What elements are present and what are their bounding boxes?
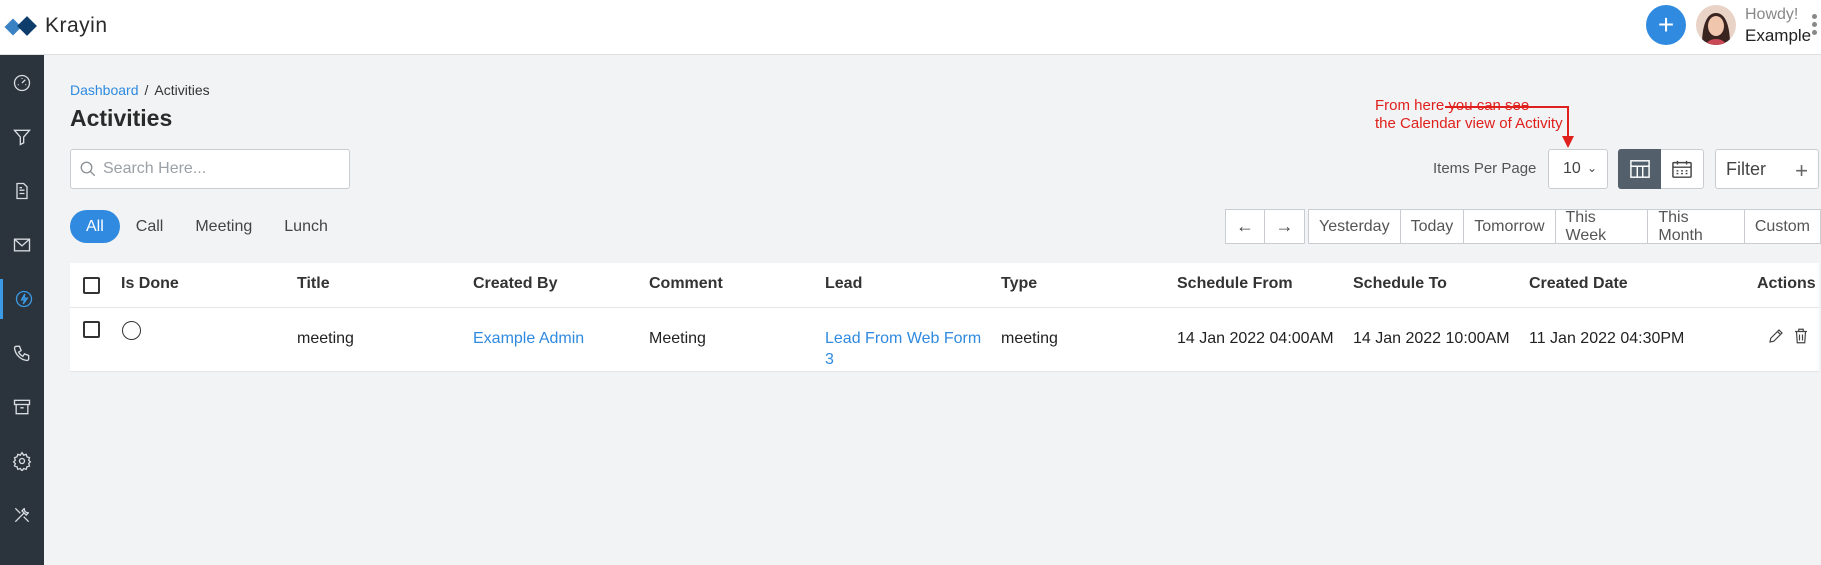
krayin-logo-icon: [4, 15, 39, 37]
chevron-down-icon: ⌄: [1586, 161, 1597, 175]
row-lead-link[interactable]: Lead From Web Form 3: [825, 328, 981, 370]
mail-icon: [13, 238, 31, 252]
row-schedule-from: 14 Jan 2022 04:00AM: [1177, 330, 1334, 347]
plus-icon: +: [1795, 158, 1808, 183]
date-nav: ← →: [1225, 209, 1305, 244]
date-filter-yesterday[interactable]: Yesterday: [1308, 209, 1401, 244]
filter-label: Filter: [1726, 158, 1766, 179]
column-header[interactable]: Schedule To: [1353, 275, 1447, 293]
tab-all[interactable]: All: [70, 210, 120, 243]
table-icon: [1629, 160, 1650, 178]
activities-table: Is Done Title Created By Comment Lead Ty…: [70, 263, 1819, 372]
date-filter-today[interactable]: Today: [1400, 209, 1465, 244]
row-comment: Meeting: [649, 330, 706, 347]
delete-button[interactable]: [1792, 327, 1810, 351]
row-title: meeting: [297, 330, 354, 347]
date-filter-this-week[interactable]: This Week: [1555, 209, 1649, 244]
column-header[interactable]: Lead: [825, 275, 862, 293]
quick-add-button[interactable]: +: [1646, 5, 1686, 45]
date-filter-this-month[interactable]: This Month: [1648, 209, 1745, 244]
column-header[interactable]: Created Date: [1529, 275, 1628, 293]
annotation-arrow-icon: [1445, 106, 1574, 148]
sidebar-item-contacts[interactable]: [0, 333, 44, 373]
sidebar: [0, 55, 44, 565]
phone-icon: [13, 345, 30, 362]
gauge-icon: [13, 74, 31, 92]
sidebar-item-activities[interactable]: [0, 279, 44, 319]
search-input[interactable]: [103, 160, 343, 178]
tools-icon: [14, 507, 30, 523]
row-lead-line-2: 3: [825, 351, 834, 368]
column-header[interactable]: Created By: [473, 275, 557, 293]
column-header[interactable]: Is Done: [121, 275, 179, 293]
tab-lunch[interactable]: Lunch: [268, 210, 344, 243]
avatar[interactable]: [1696, 5, 1736, 45]
search-icon: [80, 161, 96, 177]
row-type: meeting: [1001, 330, 1058, 347]
app-logo[interactable]: Krayin: [4, 14, 108, 38]
column-header[interactable]: Comment: [649, 275, 723, 293]
column-header: Actions: [1757, 275, 1816, 292]
funnel-icon: [13, 129, 31, 146]
row-schedule-to: 14 Jan 2022 10:00AM: [1353, 330, 1510, 347]
archive-icon: [13, 399, 31, 415]
sidebar-item-quotes[interactable]: [0, 171, 44, 211]
row-select-checkbox[interactable]: [83, 321, 100, 338]
search-box: [70, 149, 350, 189]
gear-icon: [12, 451, 32, 471]
more-menu-icon[interactable]: [1812, 14, 1818, 38]
top-header: Krayin + Howdy! Example: [0, 0, 1821, 55]
date-filter-tomorrow[interactable]: Tomorrow: [1464, 209, 1556, 244]
sidebar-item-settings[interactable]: [0, 441, 44, 481]
items-per-page-label: Items Per Page: [1433, 160, 1537, 177]
sidebar-item-leads[interactable]: [0, 117, 44, 157]
row-created-date: 11 Jan 2022 04:30PM: [1529, 330, 1685, 347]
tab-meeting[interactable]: Meeting: [179, 210, 268, 243]
date-filters: Yesterday Today Tomorrow This Week This …: [1308, 209, 1821, 244]
greeting: Howdy!: [1745, 6, 1799, 23]
row-created-by-link[interactable]: Example Admin: [473, 328, 584, 349]
breadcrumb-dashboard-link[interactable]: Dashboard: [70, 82, 139, 98]
sidebar-item-dashboard[interactable]: [0, 63, 44, 103]
sidebar-item-mail[interactable]: [0, 225, 44, 265]
edit-button[interactable]: [1767, 327, 1785, 351]
activity-type-tabs: All Call Meeting Lunch: [70, 210, 344, 243]
bolt-icon: [15, 290, 32, 308]
page-title: Activities: [70, 105, 173, 131]
date-filter-custom[interactable]: Custom: [1744, 209, 1821, 244]
row-lead-line-1: Lead From Web Form: [825, 330, 982, 347]
calendar-icon: [1672, 160, 1692, 178]
table-row: meeting Example Admin Meeting Lead From …: [70, 308, 1819, 372]
plus-icon: +: [1657, 9, 1675, 40]
breadcrumb: Dashboard / Activities: [70, 82, 210, 98]
breadcrumb-separator: /: [144, 82, 149, 98]
column-header[interactable]: Type: [1001, 275, 1037, 293]
column-header[interactable]: Title: [297, 275, 330, 293]
app-name: Krayin: [45, 14, 108, 37]
table-view-button[interactable]: [1618, 149, 1661, 189]
column-header[interactable]: Schedule From: [1177, 275, 1293, 293]
calendar-view-button[interactable]: [1661, 149, 1704, 189]
breadcrumb-current: Activities: [154, 82, 210, 98]
next-arrow-icon[interactable]: →: [1265, 209, 1305, 244]
items-per-page-value: 10: [1563, 160, 1581, 177]
pencil-icon: [1769, 329, 1783, 343]
prev-arrow-icon[interactable]: ←: [1225, 209, 1265, 244]
select-all-checkbox[interactable]: [83, 277, 100, 294]
filter-button[interactable]: Filter +: [1715, 149, 1819, 189]
items-per-page-select[interactable]: 10 ⌄: [1548, 149, 1608, 189]
trash-icon: [1795, 328, 1807, 344]
table-header: Is Done Title Created By Comment Lead Ty…: [70, 263, 1819, 308]
username[interactable]: Example: [1745, 26, 1811, 46]
tab-call[interactable]: Call: [120, 210, 180, 243]
document-icon: [16, 182, 28, 200]
sidebar-item-products[interactable]: [0, 387, 44, 427]
sidebar-item-configuration[interactable]: [0, 495, 44, 535]
mark-done-circle-icon[interactable]: [122, 321, 141, 340]
